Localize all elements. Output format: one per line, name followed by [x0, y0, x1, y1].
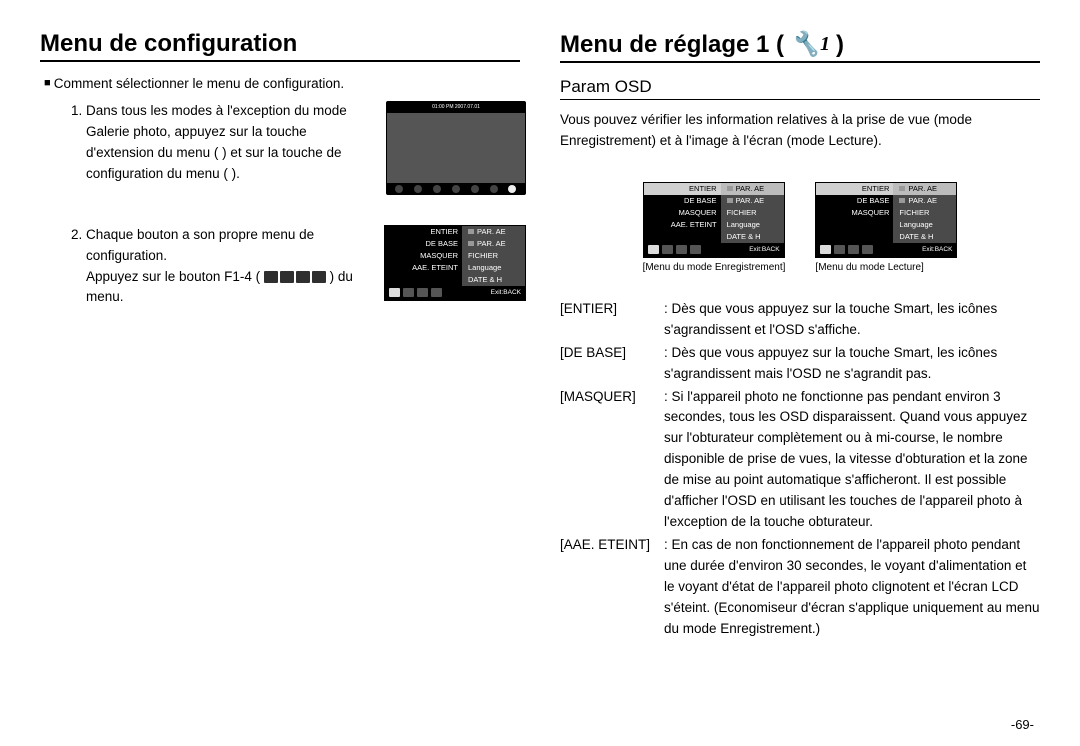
two-menu-row: ENTIERPAR. AE DE BASEPAR. AE MASQUERFICH… — [560, 182, 1040, 273]
thumb-timebar: 01:00 PM 2007.07.01 — [387, 102, 525, 113]
left-intro: Comment sélectionner le menu de configur… — [44, 76, 520, 91]
def-text: En cas de non fonctionnement de l'appare… — [660, 535, 1040, 640]
def-text: Dès que vous appuyez sur la touche Smart… — [660, 299, 1040, 341]
step-2: Chaque bouton a son propre menu de confi… — [86, 225, 356, 309]
camera-icon — [727, 186, 733, 191]
step-2-text-a: Chaque bouton a son propre menu de confi… — [86, 227, 314, 263]
step-1: Dans tous les modes à l'exception du mod… — [86, 101, 356, 185]
def-term: [AAE. ETEINT] — [560, 535, 660, 640]
left-rule — [40, 60, 520, 62]
def-text: Si l'appareil photo ne fonctionne pas pe… — [660, 387, 1040, 533]
left-column: Menu de configuration Comment sélectionn… — [40, 30, 520, 642]
f1-4-icons — [264, 271, 326, 283]
step-1-text: Dans tous les modes à l'exception du mod… — [86, 103, 347, 181]
right-rule — [560, 61, 1040, 63]
def-term: [MASQUER] — [560, 387, 660, 533]
menu-playback: ENTIERPAR. AE DE BASEPAR. AE MASQUERFICH… — [815, 182, 957, 273]
def-term: [DE BASE] — [560, 343, 660, 385]
def-term: [ENTIER] — [560, 299, 660, 341]
definitions: [ENTIER]Dès que vous appuyez sur la touc… — [560, 299, 1040, 640]
right-desc: Vous pouvez vérifier les information rel… — [560, 110, 1040, 152]
wrench-1-icon: 🔧1 — [790, 30, 830, 59]
menu-playback-caption: [Menu du mode Lecture] — [815, 262, 957, 273]
steps-list: Dans tous les modes à l'exception du mod… — [40, 101, 520, 308]
menu-recording: ENTIERPAR. AE DE BASEPAR. AE MASQUERFICH… — [643, 182, 786, 273]
thumb-strip — [387, 183, 525, 194]
right-heading: Menu de réglage 1 ( 🔧1 ) — [560, 30, 1040, 59]
camera-icon — [468, 241, 474, 246]
camera-preview-thumb: 01:00 PM 2007.07.01 — [386, 101, 526, 195]
camera-icon — [899, 198, 905, 203]
right-subrule — [560, 99, 1040, 100]
camera-icon — [468, 229, 474, 234]
right-subheading: Param OSD — [560, 77, 1040, 97]
camera-icon — [899, 186, 905, 191]
camera-icon — [727, 198, 733, 203]
page-number: -69- — [1011, 717, 1034, 732]
def-text: Dès que vous appuyez sur la touche Smart… — [660, 343, 1040, 385]
menu-box-left: ENTIERPAR. AE DE BASEPAR. AE MASQUERFICH… — [384, 225, 526, 301]
step-2-text-b: Appuyez sur le bouton F1-4 ( — [86, 269, 260, 284]
menu-recording-caption: [Menu du mode Enregistrement] — [643, 262, 786, 273]
right-column: Menu de réglage 1 ( 🔧1 ) Param OSD Vous … — [560, 30, 1040, 642]
left-heading: Menu de configuration — [40, 30, 520, 58]
